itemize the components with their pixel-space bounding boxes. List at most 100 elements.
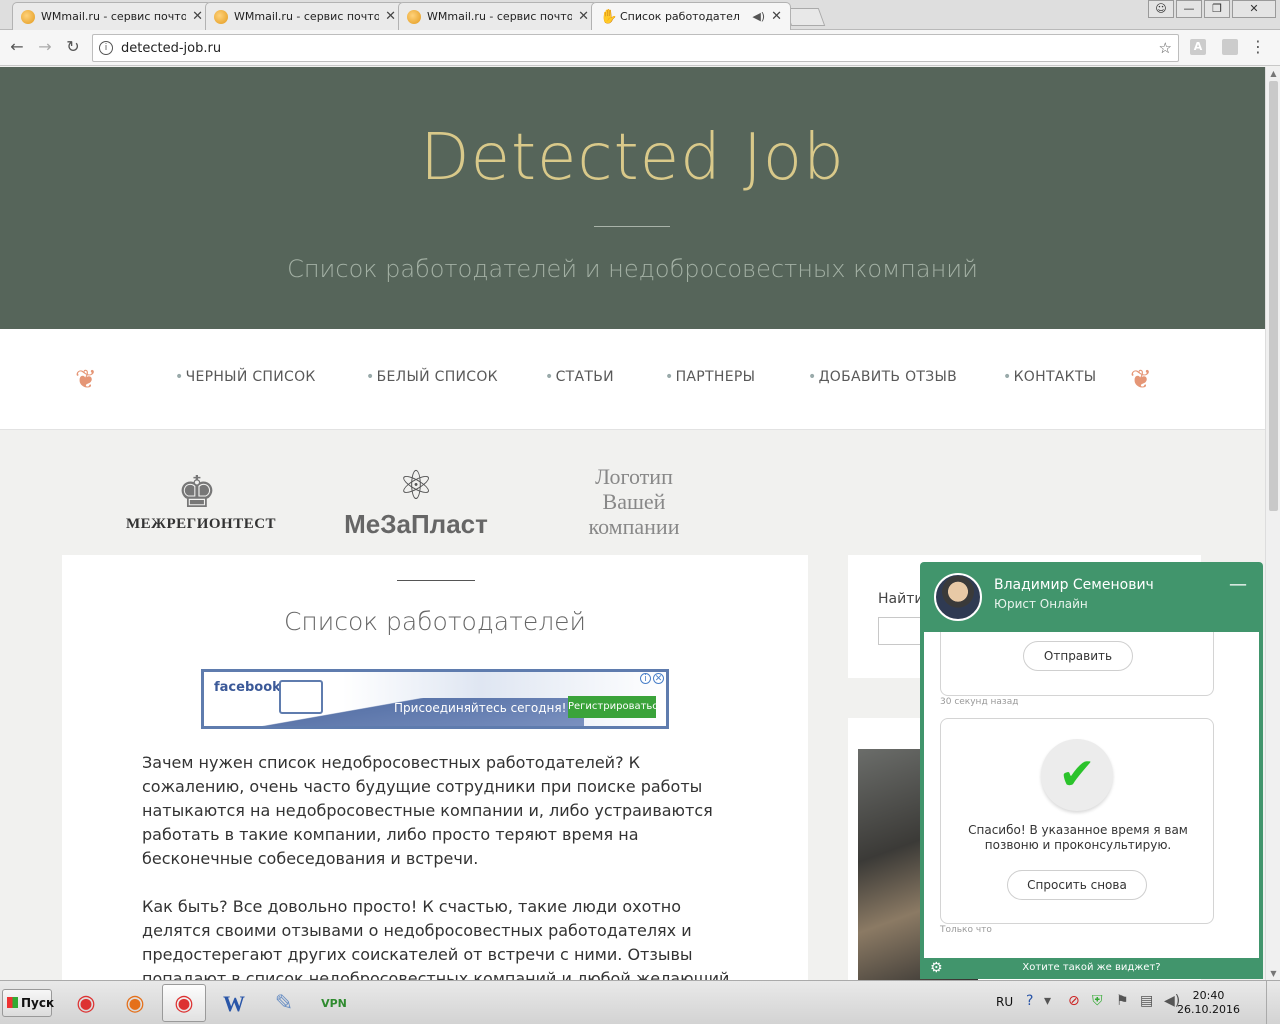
- restore-window-button[interactable]: ❐: [1204, 0, 1230, 18]
- timestamp: 30 секунд назад: [940, 697, 1019, 707]
- close-window-button[interactable]: ✕: [1232, 0, 1276, 18]
- facebook-logo: facebook: [214, 680, 281, 695]
- extension-a-icon[interactable]: A: [1190, 39, 1206, 55]
- browser-tab[interactable]: WMmail.ru - сервис почтов ✕: [205, 2, 405, 30]
- wmmail-favicon-icon: [214, 9, 228, 24]
- main-nav: ❦ • ЧЕРНЫЙ СПИСОК • БЕЛЫЙ СПИСОК • СТАТЬИ •…: [0, 329, 1265, 430]
- partner-logo-mezaplast[interactable]: ⚛ МеЗаПласт: [340, 463, 492, 540]
- confirmation-text: Спасибо! В указанное время я вам позвоню…: [968, 823, 1188, 852]
- tab-title: WMmail.ru - сервис почтов: [41, 10, 187, 23]
- url-text[interactable]: detected-job.ru: [121, 41, 1151, 56]
- close-tab-icon[interactable]: ✕: [385, 9, 396, 24]
- scroll-up-icon[interactable]: ▲: [1266, 69, 1280, 78]
- scrollbar-thumb[interactable]: [1269, 81, 1278, 511]
- extension-icon[interactable]: [1222, 39, 1238, 55]
- browser-tab-active[interactable]: ✋ Список работодател ◀) ✕: [591, 2, 791, 30]
- info-icon[interactable]: i: [99, 41, 113, 55]
- clock[interactable]: 20:40 26.10.2016: [1177, 989, 1240, 1017]
- chrome-active-app-icon[interactable]: ◉: [162, 984, 206, 1022]
- tab-bar: WMmail.ru - сервис почтов ✕ WMmail.ru - …: [0, 0, 1280, 30]
- paragraph: Как быть? Все довольно просто! К счастью…: [142, 897, 730, 980]
- start-button[interactable]: Пуск: [2, 989, 54, 1017]
- minimize-window-button[interactable]: —: [1176, 0, 1202, 18]
- nav-contacts[interactable]: • КОНТАКТЫ: [1003, 369, 1096, 385]
- send-button[interactable]: Отправить: [1023, 641, 1133, 671]
- window-controls: ☺ — ❐ ✕: [1148, 0, 1276, 18]
- chat-message-confirmation: ✔ Спасибо! В указанное время я вам позво…: [940, 718, 1214, 924]
- address-bar[interactable]: i detected-job.ru ☆: [92, 34, 1179, 62]
- partner-logo-mezhregiontest[interactable]: ♚ МЕЖРЕГИОНТЕСТ: [126, 467, 276, 533]
- wmmail-favicon-icon: [21, 9, 35, 24]
- tray-expand-icon[interactable]: ▾: [1044, 993, 1051, 1009]
- language-indicator[interactable]: RU: [996, 995, 1013, 1009]
- taskbar: Пуск ◉ ◉ ◉ W ✎ VPN RU ? ▾ ⊘ ⛨ ⚑ ▤ ◀) 20:…: [0, 980, 1280, 1024]
- tab-title: WMmail.ru - сервис почтов: [234, 10, 380, 23]
- tab-title: Список работодател: [620, 10, 740, 23]
- show-desktop-button[interactable]: [1266, 981, 1280, 1024]
- close-tab-icon[interactable]: ✕: [578, 9, 589, 24]
- ad-register-button[interactable]: Регистрироваться: [568, 696, 664, 718]
- profile-icon[interactable]: ☺: [1148, 0, 1174, 18]
- timestamp: Только что: [940, 925, 992, 935]
- vpn-app-icon[interactable]: VPN: [312, 984, 356, 1022]
- close-tab-icon[interactable]: ✕: [771, 9, 782, 24]
- eagle-emblem-icon: ♚: [177, 467, 217, 518]
- paragraph: Зачем нужен список недобросовестных рабо…: [142, 753, 713, 868]
- partner-logo-placeholder[interactable]: Логотип Вашей компании: [570, 464, 698, 539]
- browser-tab[interactable]: WMmail.ru - сервис почтов ✕: [398, 2, 598, 30]
- chrome-app-icon[interactable]: ◉: [64, 984, 108, 1022]
- close-tab-icon[interactable]: ✕: [192, 9, 203, 24]
- windows-logo-icon: [7, 997, 18, 1008]
- network-icon[interactable]: ▤: [1140, 993, 1153, 1009]
- facebook-ad-banner[interactable]: facebook Присоединяйтесь сегодня! Регист…: [201, 669, 669, 729]
- consultant-name: Владимир Семенович: [994, 577, 1154, 593]
- nav-black-list[interactable]: • ЧЕРНЫЙ СПИСОК: [175, 369, 316, 385]
- antivirus-icon[interactable]: ⊘: [1068, 993, 1080, 1009]
- flag-icon[interactable]: ⚑: [1116, 993, 1129, 1009]
- ad-text: Присоединяйтесь сегодня!: [394, 701, 567, 715]
- page-scrollbar[interactable]: ▲ ▼: [1265, 67, 1280, 980]
- word-app-icon[interactable]: W: [212, 984, 256, 1022]
- bookmark-star-icon[interactable]: ☆: [1159, 39, 1172, 57]
- ornament-right-icon: ❦: [1130, 365, 1152, 395]
- firefox-app-icon[interactable]: ◉: [113, 984, 157, 1022]
- nav-partners[interactable]: • ПАРТНЕРЫ: [665, 369, 755, 385]
- ask-again-button[interactable]: Спросить снова: [1007, 870, 1147, 900]
- hand-icon: ✋: [600, 8, 618, 25]
- browser-tab[interactable]: WMmail.ru - сервис почтов ✕: [12, 2, 212, 30]
- speaker-icon[interactable]: ◀): [752, 10, 765, 23]
- back-arrow-icon[interactable]: ←: [6, 36, 28, 58]
- divider: [397, 580, 475, 581]
- help-icon[interactable]: ?: [1026, 993, 1033, 1009]
- scroll-down-icon[interactable]: ▼: [1266, 969, 1280, 978]
- nav-white-list[interactable]: • БЕЛЫЙ СПИСОК: [366, 369, 498, 385]
- site-header: Detected Job Список работодателей и недо…: [0, 67, 1265, 329]
- chat-body: Отправить 30 секунд назад ✔ Спасибо! В у…: [924, 632, 1259, 958]
- site-title[interactable]: Detected Job: [0, 121, 1265, 195]
- chat-footer: ⚙ Хотите такой же виджет?: [920, 960, 1263, 979]
- chat-bubble-icon: [279, 680, 323, 714]
- avatar: [934, 573, 982, 621]
- ad-close-icon[interactable]: ✕: [653, 673, 664, 684]
- reload-icon[interactable]: ↻: [62, 36, 84, 58]
- nav-add-review[interactable]: • ДОБАВИТЬ ОТЗЫВ: [808, 369, 957, 385]
- search-label: Найти: [878, 591, 924, 607]
- divider: [594, 226, 670, 227]
- site-tagline: Список работодателей и недобросовестных …: [287, 255, 978, 283]
- nav-articles[interactable]: • СТАТЬИ: [545, 369, 614, 385]
- forward-arrow-icon[interactable]: →: [34, 36, 56, 58]
- menu-dots-icon[interactable]: ⋮: [1250, 38, 1266, 56]
- page-title: Список работодателей: [283, 607, 587, 636]
- widget-promo-link[interactable]: Хотите такой же виджет?: [920, 962, 1263, 973]
- atom-icon: ⚛: [398, 463, 434, 509]
- checkmark-icon: ✔: [1041, 739, 1113, 811]
- browser-toolbar: ← → ↻ i detected-job.ru ☆ A ⋮: [0, 30, 1280, 66]
- main-content: Список работодателей facebook Присоединя…: [62, 555, 808, 980]
- adchoices-icon[interactable]: i: [640, 673, 651, 684]
- minimize-icon[interactable]: —: [1229, 574, 1247, 595]
- shield-icon[interactable]: ⛨: [1092, 993, 1103, 1009]
- article-text: Зачем нужен список недобросовестных рабо…: [142, 751, 732, 980]
- tab-title: WMmail.ru - сервис почтов: [427, 10, 573, 23]
- partner-logos: ♚ МЕЖРЕГИОНТЕСТ ⚛ МеЗаПласт Логотип Ваше…: [0, 430, 1265, 554]
- paint-app-icon[interactable]: ✎: [262, 984, 306, 1022]
